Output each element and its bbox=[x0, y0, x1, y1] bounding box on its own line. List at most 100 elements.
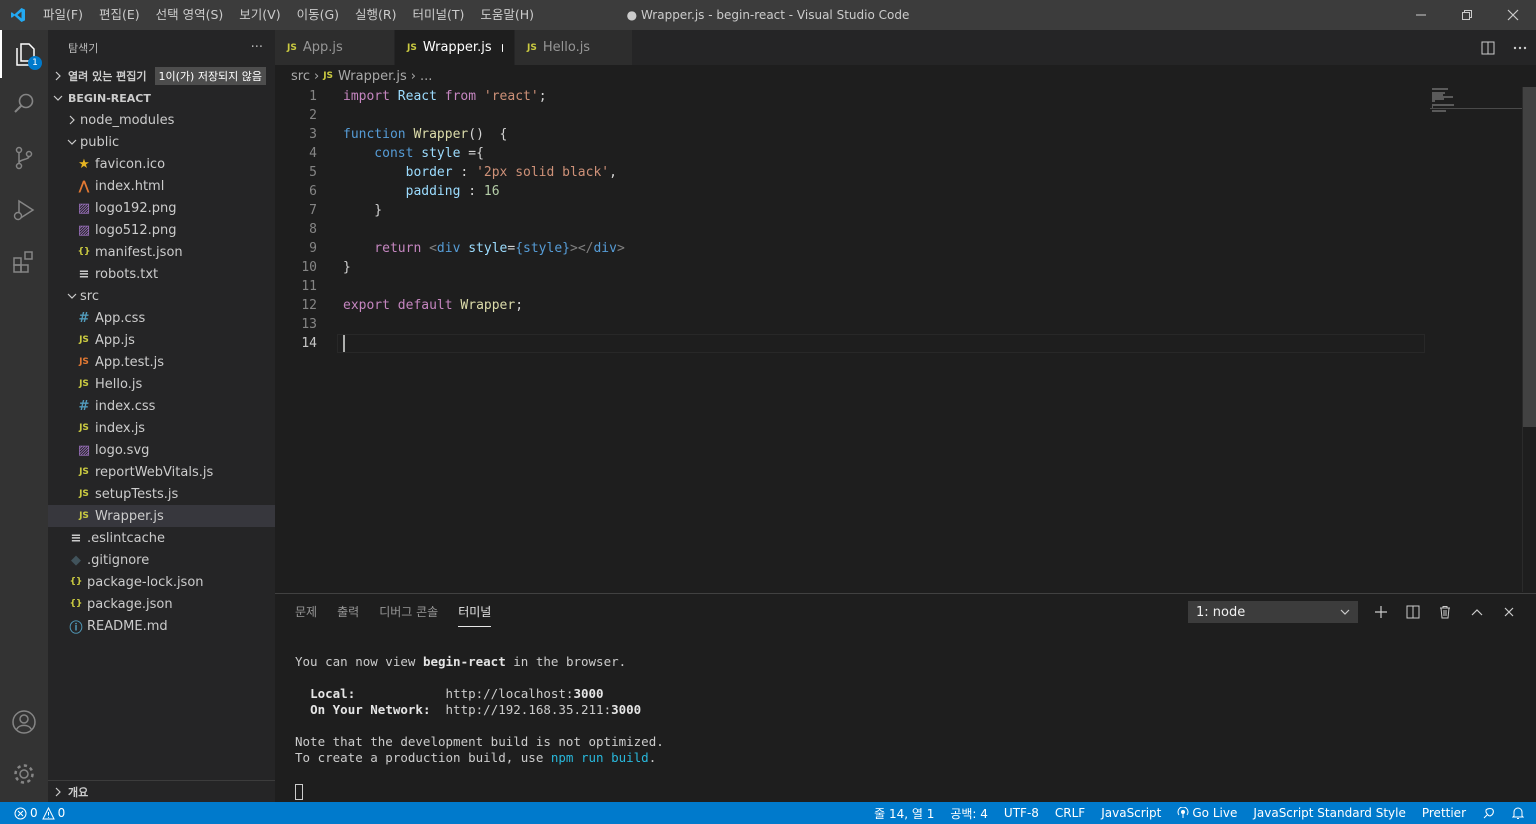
file-tree: node_modules public ★ favicon.ico ⋀ index.htm… bbox=[48, 109, 275, 637]
file-item[interactable]: JS index.js bbox=[48, 417, 275, 439]
status-bar: 0 0 줄 14, 열 1 공백: 4 UTF-8 CRLF JavaScrip… bbox=[0, 802, 1536, 824]
code-token: div bbox=[436, 241, 469, 256]
code-token: from bbox=[444, 89, 484, 104]
maximize-panel-icon[interactable] bbox=[1461, 594, 1493, 629]
file-item[interactable]: {} manifest.json bbox=[48, 241, 275, 263]
file-item[interactable]: JS Wrapper.js bbox=[48, 505, 275, 527]
scrollbar-thumb[interactable] bbox=[1523, 87, 1536, 427]
panel-tab[interactable]: 문제 bbox=[295, 594, 317, 629]
linter-status[interactable]: JavaScript Standard Style bbox=[1245, 806, 1414, 820]
terminal-output[interactable]: You can now view begin-react in the brow… bbox=[295, 654, 664, 766]
file-item[interactable]: JS Hello.js bbox=[48, 373, 275, 395]
split-terminal-icon[interactable] bbox=[1397, 594, 1429, 629]
folder-item[interactable]: public bbox=[48, 131, 275, 153]
open-editors-section[interactable]: 열려 있는 편집기 1이(가) 저장되지 않음 bbox=[48, 65, 275, 87]
code-token: style bbox=[421, 146, 469, 161]
file-item[interactable]: JS App.test.js bbox=[48, 351, 275, 373]
code-token: ></ bbox=[570, 241, 594, 256]
folder-item[interactable]: src bbox=[48, 285, 275, 307]
file-item[interactable]: ≡ robots.txt bbox=[48, 263, 275, 285]
file-item[interactable]: JS App.js bbox=[48, 329, 275, 351]
file-item[interactable]: ⓘ README.md bbox=[48, 615, 275, 637]
menu-item[interactable]: 터미널(T) bbox=[405, 0, 473, 30]
outline-section[interactable]: 개요 bbox=[48, 780, 275, 802]
js-file-icon: JS bbox=[287, 42, 297, 53]
panel-tab[interactable]: 터미널 bbox=[458, 597, 492, 627]
indentation[interactable]: 공백: 4 bbox=[942, 805, 996, 822]
css-file-icon: # bbox=[78, 310, 90, 326]
file-item[interactable]: JS reportWebVitals.js bbox=[48, 461, 275, 483]
go-live-button[interactable]: Go Live bbox=[1169, 806, 1245, 820]
settings-gear-icon[interactable] bbox=[0, 750, 48, 798]
close-panel-icon[interactable] bbox=[1493, 594, 1525, 629]
terminal-text: To create a production build, use bbox=[295, 750, 551, 765]
extensions-icon[interactable] bbox=[0, 238, 48, 286]
file-item[interactable]: ◆ .gitignore bbox=[48, 549, 275, 571]
formatter-status[interactable]: Prettier bbox=[1414, 806, 1474, 820]
line-number: 14 bbox=[301, 336, 317, 351]
file-item[interactable]: {} package.json bbox=[48, 593, 275, 615]
menu-item[interactable]: 보기(V) bbox=[231, 0, 288, 30]
editor-scrollbar[interactable] bbox=[1522, 87, 1536, 592]
file-item[interactable]: ▨ logo192.png bbox=[48, 197, 275, 219]
minimap[interactable] bbox=[1430, 87, 1522, 592]
file-item[interactable]: ≡ .eslintcache bbox=[48, 527, 275, 549]
tab-wrapper-js[interactable]: JS Wrapper.js bbox=[395, 30, 515, 65]
line-number: 5 bbox=[309, 165, 317, 180]
file-item[interactable]: # index.css bbox=[48, 395, 275, 417]
code-token: default bbox=[397, 298, 461, 313]
new-terminal-icon[interactable] bbox=[1365, 594, 1397, 629]
code-token: 'react' bbox=[483, 89, 539, 104]
code-token: } bbox=[343, 203, 383, 218]
more-actions-icon[interactable] bbox=[1504, 30, 1536, 65]
menu-item[interactable]: 실행(R) bbox=[347, 0, 404, 30]
trash-icon[interactable] bbox=[1429, 594, 1461, 629]
search-icon[interactable] bbox=[0, 80, 48, 128]
file-item[interactable]: # App.css bbox=[48, 307, 275, 329]
encoding[interactable]: UTF-8 bbox=[996, 806, 1047, 820]
minimap-viewport[interactable] bbox=[1430, 87, 1522, 109]
file-item[interactable]: ⋀ index.html bbox=[48, 175, 275, 197]
chevron-down-icon bbox=[48, 94, 68, 102]
run-debug-icon[interactable] bbox=[0, 186, 48, 234]
explorer-icon[interactable]: 1 bbox=[0, 30, 48, 78]
feedback-icon[interactable] bbox=[1474, 806, 1504, 820]
tab-hello-js[interactable]: JS Hello.js bbox=[515, 30, 633, 65]
restore-icon[interactable] bbox=[1444, 0, 1490, 30]
menu-item[interactable]: 선택 영역(S) bbox=[148, 0, 232, 30]
code-token: '2px solid black' bbox=[476, 165, 610, 180]
folder-item[interactable]: node_modules bbox=[48, 109, 275, 131]
menu-item[interactable]: 편집(E) bbox=[91, 0, 148, 30]
code-token: ={ bbox=[468, 146, 484, 161]
more-actions-icon[interactable]: ··· bbox=[251, 40, 263, 55]
minimize-icon[interactable] bbox=[1398, 0, 1444, 30]
end-of-line[interactable]: CRLF bbox=[1047, 806, 1093, 820]
code-editor[interactable]: 1 import React from 'react'; 2 3 function Wr… bbox=[275, 87, 1522, 592]
breadcrumb-symbols[interactable]: ... bbox=[420, 69, 432, 84]
language-mode[interactable]: JavaScript bbox=[1093, 806, 1169, 820]
file-item[interactable]: ▨ logo512.png bbox=[48, 219, 275, 241]
project-section[interactable]: BEGIN-REACT bbox=[48, 87, 275, 109]
panel-tab[interactable]: 출력 bbox=[337, 594, 359, 629]
cursor-position[interactable]: 줄 14, 열 1 bbox=[866, 805, 942, 822]
file-item[interactable]: JS setupTests.js bbox=[48, 483, 275, 505]
problems-indicator[interactable]: 0 0 bbox=[10, 806, 73, 820]
breadcrumb-file[interactable]: Wrapper.js bbox=[338, 69, 407, 84]
close-icon[interactable] bbox=[1490, 0, 1536, 30]
tab-app-js[interactable]: JS App.js bbox=[275, 30, 395, 65]
menu-item[interactable]: 파일(F) bbox=[35, 0, 91, 30]
panel-tab[interactable]: 디버그 콘솔 bbox=[379, 594, 438, 629]
menu-item[interactable]: 이동(G) bbox=[289, 0, 347, 30]
source-control-icon[interactable] bbox=[0, 134, 48, 182]
tree-item-label: index.js bbox=[95, 420, 146, 436]
terminal-selector[interactable]: 1: node bbox=[1188, 601, 1358, 623]
split-editor-icon[interactable] bbox=[1472, 30, 1504, 65]
breadcrumb-folder[interactable]: src bbox=[291, 69, 310, 84]
menu-item[interactable]: 도움말(H) bbox=[472, 0, 542, 30]
file-item[interactable]: {} package-lock.json bbox=[48, 571, 275, 593]
notifications-bell-icon[interactable] bbox=[1504, 806, 1536, 820]
file-item[interactable]: ★ favicon.ico bbox=[48, 153, 275, 175]
file-item[interactable]: ▨ logo.svg bbox=[48, 439, 275, 461]
account-icon[interactable] bbox=[0, 698, 48, 746]
